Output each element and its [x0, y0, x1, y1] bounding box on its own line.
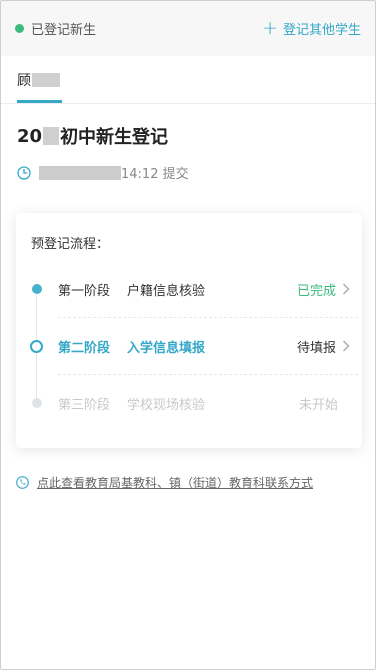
stage-divider	[58, 317, 358, 318]
stage-3-name: 第三阶段	[58, 397, 111, 413]
app-frame: 已登记新生 + 登记其他学生 顾 20 初中新生登记 14:12 提交 预登记流…	[0, 0, 376, 670]
stage-2[interactable]: 第二阶段 入学信息填报 待填报	[16, 324, 362, 368]
stage-1[interactable]: 第一阶段 户籍信息核验 已完成	[16, 267, 362, 311]
stage-divider	[58, 374, 358, 375]
stage-2-desc: 入学信息填报	[127, 340, 206, 356]
registration-status: 已登记新生	[15, 19, 96, 38]
stage-3-state: 未开始	[298, 397, 338, 413]
status-label: 已登记新生	[31, 23, 97, 38]
stage-current-ring-icon	[30, 339, 43, 353]
title-suffix: 初中新生登记	[60, 127, 169, 148]
tab-student[interactable]: 顾	[17, 70, 60, 90]
redacted-year	[43, 127, 60, 145]
process-title: 预登记流程：	[31, 237, 110, 252]
contact-link-text: 点此查看教育局基教科、镇（街道）教育科联系方式	[37, 476, 314, 490]
clock-icon	[17, 165, 31, 180]
stage-1-desc: 户籍信息核验	[127, 283, 206, 299]
stage-complete-dot-icon	[32, 284, 42, 294]
stage-2-state: 待填报	[296, 340, 336, 356]
status-dot-icon	[15, 24, 24, 33]
redacted-name	[32, 73, 60, 87]
stage-pending-dot-icon	[32, 398, 42, 408]
stage-3-desc: 学校现场核验	[127, 397, 206, 413]
phone-icon	[16, 476, 29, 489]
page-title: 20 初中新生登记	[17, 123, 168, 149]
redacted-date	[39, 165, 121, 180]
stage-2-name: 第二阶段	[58, 340, 111, 356]
submit-time: 14:12 提交	[121, 167, 189, 182]
tab-student-label: 顾	[17, 73, 31, 89]
contact-info-link[interactable]: 点此查看教育局基教科、镇（街道）教育科联系方式	[16, 474, 313, 491]
student-tabs: 顾	[1, 56, 375, 104]
active-tab-indicator	[17, 100, 62, 103]
stage-1-state: 已完成	[296, 283, 336, 299]
stage-3: 第三阶段 学校现场核验 未开始	[16, 381, 362, 425]
plus-icon: +	[262, 17, 278, 39]
top-bar: 已登记新生 + 登记其他学生	[1, 1, 375, 56]
register-other-label: 登记其他学生	[282, 23, 361, 38]
chevron-right-icon	[343, 283, 350, 295]
title-year-prefix: 20	[17, 125, 43, 147]
stage-1-name: 第一阶段	[58, 283, 111, 299]
register-other-student-button[interactable]: + 登记其他学生	[262, 17, 361, 39]
submit-info: 14:12 提交	[17, 163, 189, 182]
registration-process-card: 预登记流程： 第一阶段 户籍信息核验 已完成 第二阶段 入学信息填报 待填报 第…	[16, 213, 362, 448]
chevron-right-icon	[343, 340, 350, 352]
